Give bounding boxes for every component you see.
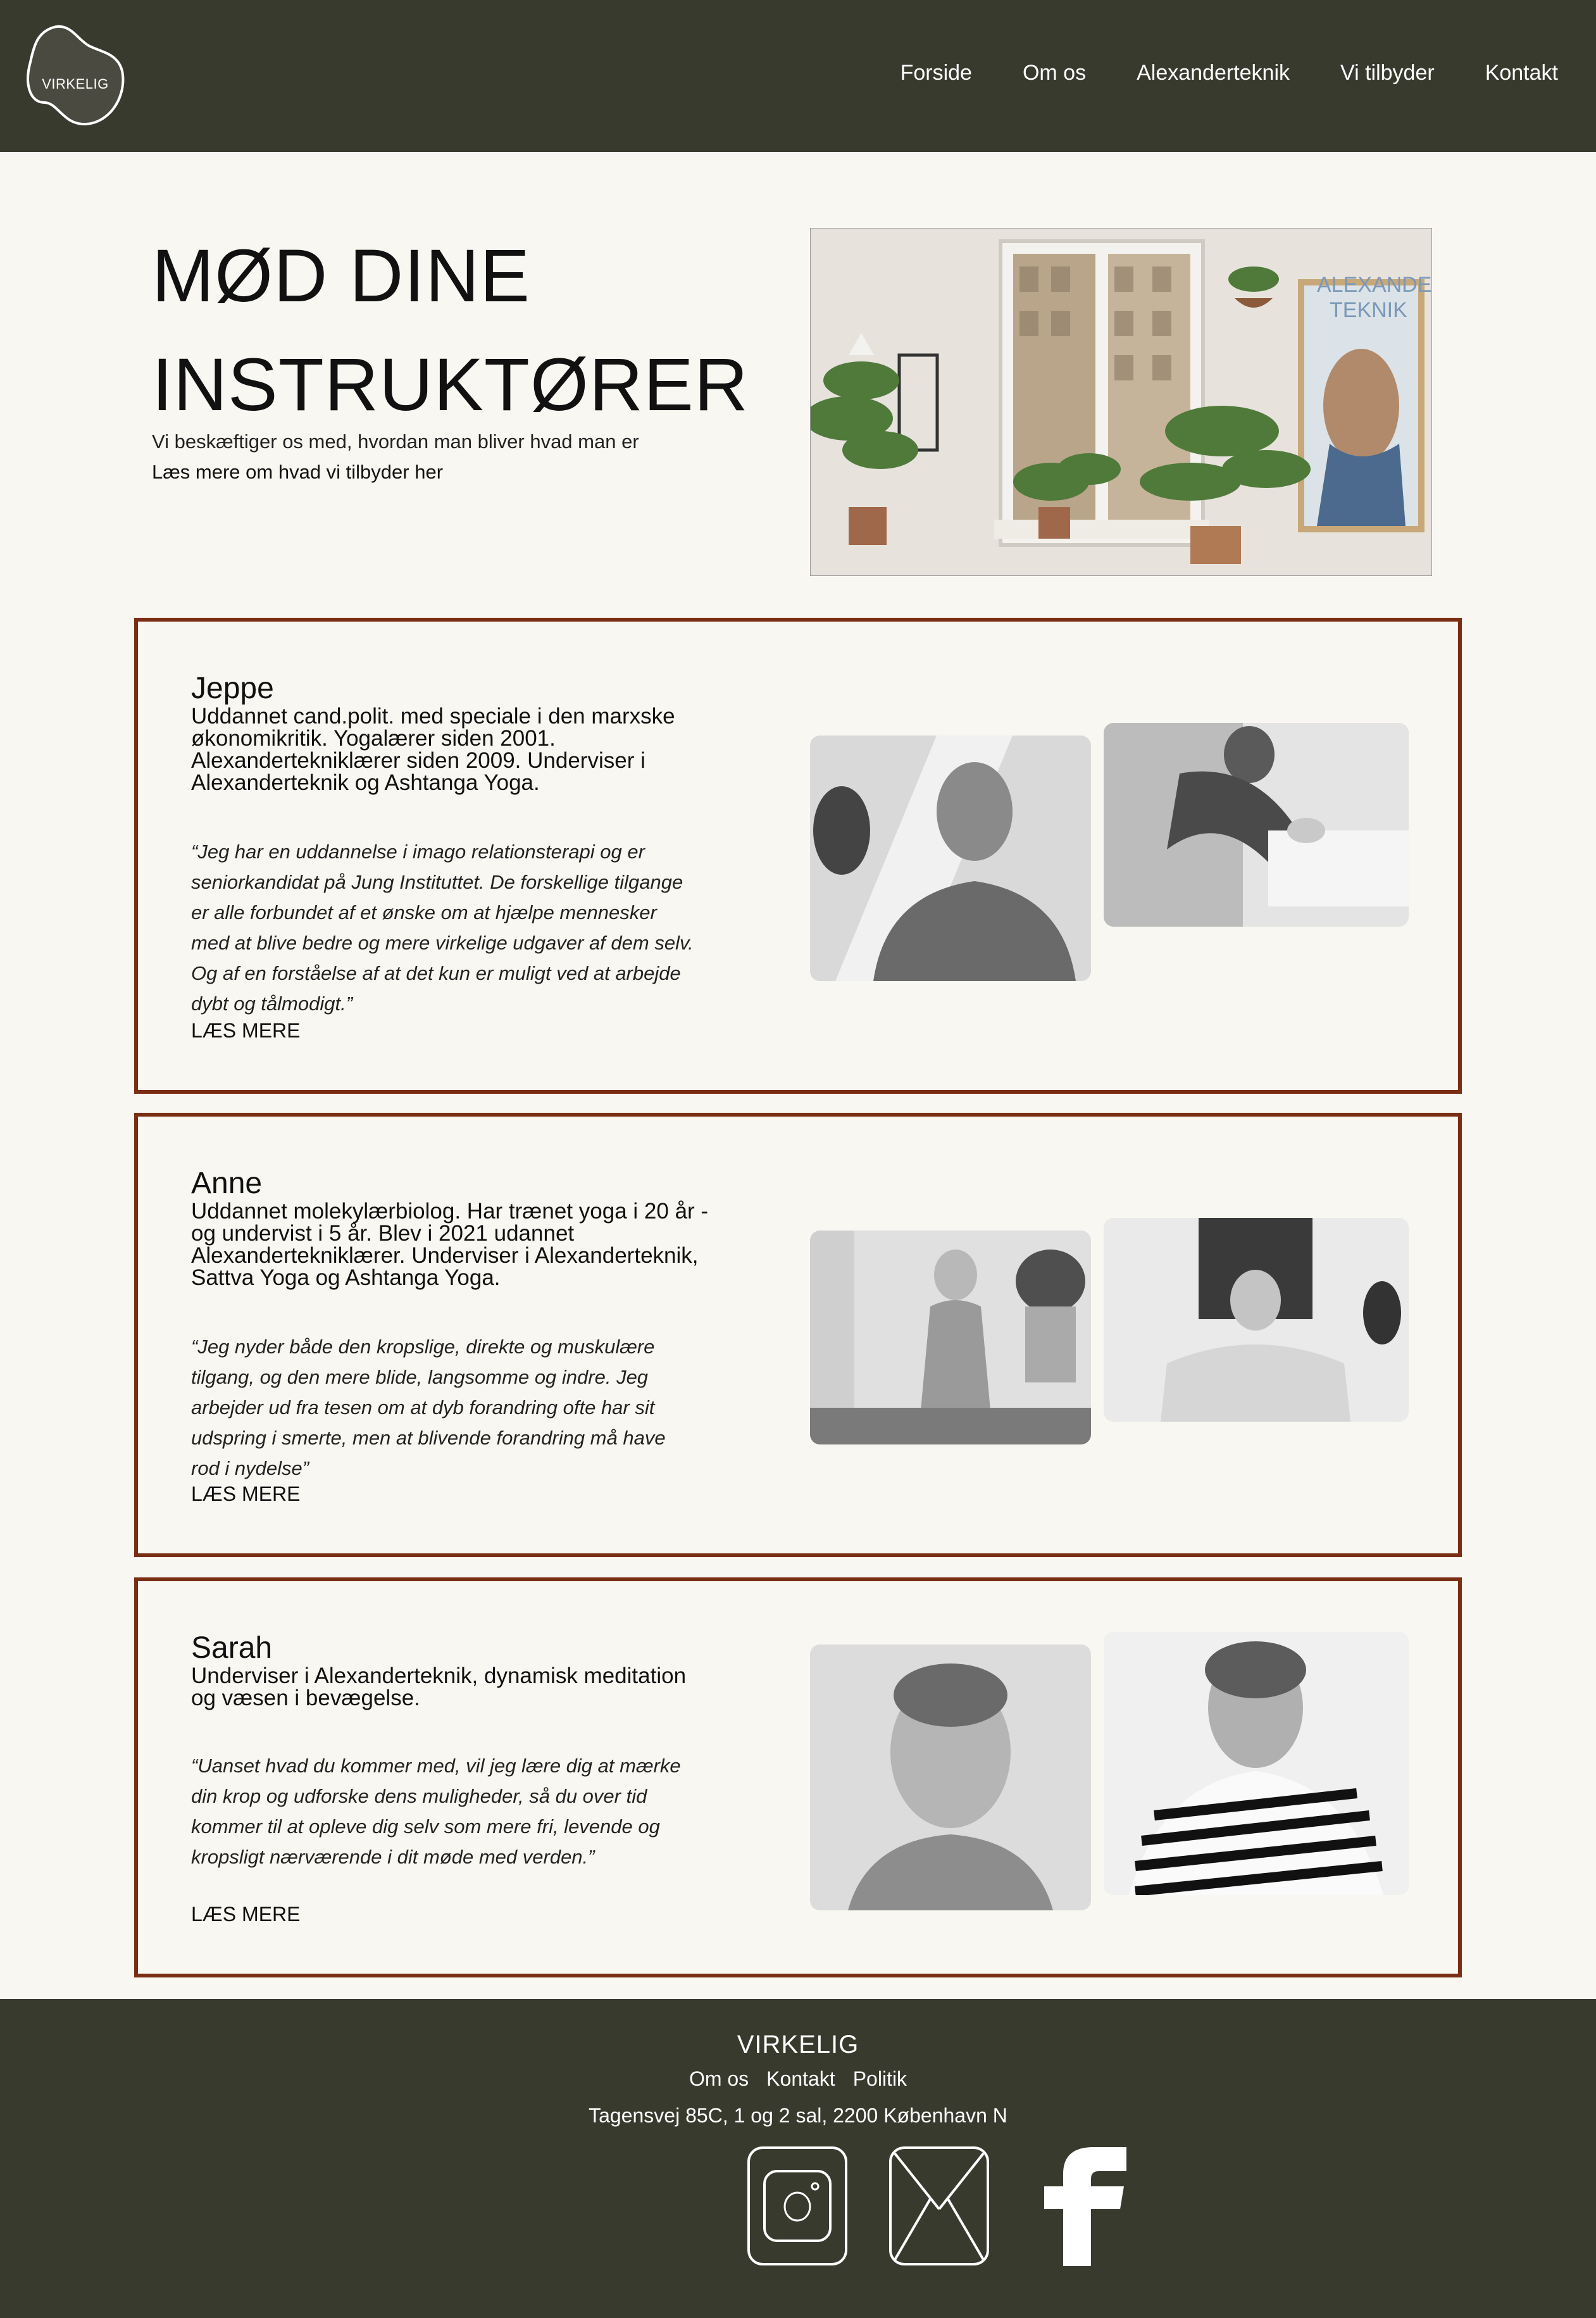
logo[interactable]: VIRKELIG [25,24,125,127]
logo-blob-icon [27,25,125,126]
instructor-portrait [810,1231,1091,1444]
instructor-card-anne: Anne Uddannet molekylærbiolog. Har træne… [134,1113,1462,1557]
instructor-quote: “Uanset hvad du kommer med, vil jeg lære… [191,1755,681,1868]
nav-om-os[interactable]: Om os [1023,61,1086,85]
page-title-line2: INSTRUKTØRER [152,343,749,427]
read-more-link[interactable]: LÆS MERE [191,1903,300,1926]
instructor-name: Sarah [191,1631,273,1665]
nav-forside[interactable]: Forside [901,61,972,85]
instructor-bio: Underviser i Alexanderteknik, dynamisk m… [191,1663,687,1710]
nav-kontakt[interactable]: Kontakt [1485,61,1558,85]
instructor-quote: “Jeg har en uddannelse i imago relations… [191,841,694,1015]
site-footer: VIRKELIG Om os Kontakt Politik Tagensvej… [0,1999,1596,2318]
instructor-action-photo [1104,723,1409,927]
hero-studio-image: ALEXANDER TEKNIK [810,228,1432,576]
facebook-icon[interactable] [1025,2146,1133,2269]
nav-alexanderteknik[interactable]: Alexanderteknik [1137,61,1290,85]
footer-address: Tagensvej 85C, 1 og 2 sal, 2200 Københav… [589,2104,1007,2127]
mail-icon[interactable] [888,2146,990,2269]
page-title: MØD DINE INSTRUKTØRER [152,222,785,439]
footer-brand: VIRKELIG [737,2031,859,2058]
instructor-action-photo [1104,1632,1409,1895]
footer-link-om-os[interactable]: Om os [689,2067,749,2091]
read-more-link[interactable]: LÆS MERE [191,1482,300,1506]
read-more-link[interactable]: LÆS MERE [191,1019,300,1043]
instructor-quote: “Jeg nyder både den kropslige, direkte o… [191,1336,666,1479]
instructor-card-sarah: Sarah Underviser i Alexanderteknik, dyna… [134,1577,1462,1977]
instagram-icon[interactable] [747,2146,848,2269]
instructor-name: Anne [191,1167,263,1200]
nav-vi-tilbyder[interactable]: Vi tilbyder [1340,61,1435,85]
instructor-bio: Uddannet molekylærbiolog. Har trænet yog… [191,1199,709,1290]
instructor-portrait [810,1645,1091,1910]
footer-link-politik[interactable]: Politik [853,2067,907,2091]
instructor-action-photo [1104,1218,1409,1422]
logo-text: VIRKELIG [42,76,109,92]
svg-text:ALEXANDER: ALEXANDER [1317,273,1432,297]
instructor-name: Jeppe [191,672,274,705]
instructor-card-jeppe: Jeppe Uddannet cand.polit. med speciale … [134,618,1462,1094]
instructor-portrait [810,736,1091,981]
svg-text:TEKNIK: TEKNIK [1330,298,1407,322]
instructor-bio: Uddannet cand.polit. med speciale i den … [191,704,675,795]
footer-links: Om os Kontakt Politik [0,2067,1596,2091]
main-nav: Forside Om os Alexanderteknik Vi tilbyde… [901,61,1558,85]
hero-subtitle: Vi beskæftiger os med, hvordan man blive… [152,430,639,453]
footer-link-kontakt[interactable]: Kontakt [766,2067,835,2091]
page-title-line1: MØD DINE [152,234,530,318]
hero-link[interactable]: Læs mere om hvad vi tilbyder her [152,461,443,484]
site-header: VIRKELIG Forside Om os Alexanderteknik V… [0,0,1596,152]
